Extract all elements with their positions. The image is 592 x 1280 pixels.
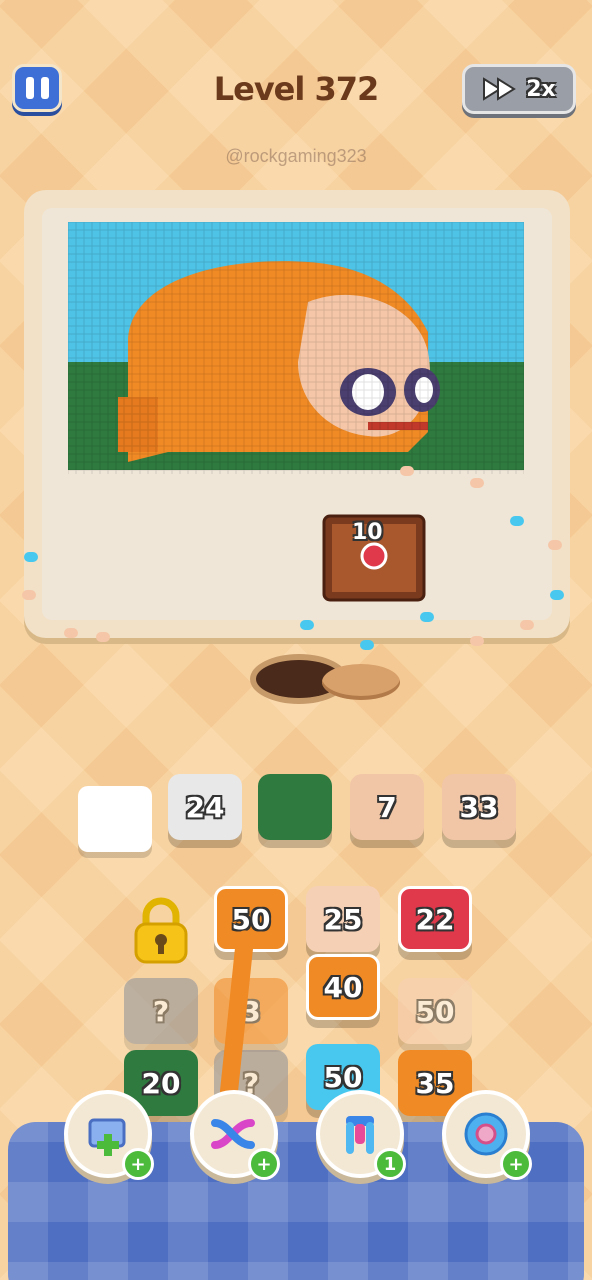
shuffle-icon (211, 1119, 255, 1149)
target-slot[interactable]: 24 (168, 774, 242, 840)
pixel-art-image (68, 222, 524, 474)
target-slot[interactable] (78, 786, 152, 852)
spool-icon (464, 1112, 508, 1156)
ant (24, 552, 38, 562)
magnet-icon (346, 1116, 374, 1154)
ant (548, 540, 562, 550)
speed-button[interactable]: 2x (462, 64, 576, 114)
fast-forward-icon (483, 77, 517, 101)
chest-count: 10 (352, 520, 383, 545)
add-slot-booster[interactable]: + (64, 1090, 154, 1180)
grid-tile[interactable]: 22 (398, 886, 472, 952)
ant (400, 466, 414, 476)
booster-badge: + (248, 1148, 280, 1180)
grid-tile[interactable]: ? (124, 978, 198, 1044)
grid-tile[interactable]: 40 (306, 954, 380, 1020)
ant (300, 620, 314, 630)
ant (420, 612, 434, 622)
ant (22, 590, 36, 600)
ant (470, 636, 484, 646)
ant (64, 628, 78, 638)
spool-booster[interactable]: + (442, 1090, 532, 1180)
target-slot[interactable]: 7 (350, 774, 424, 840)
add-slot-icon (88, 1118, 126, 1156)
ant (360, 640, 374, 650)
booster-badge: + (500, 1148, 532, 1180)
watermark: @rockgaming323 (225, 146, 367, 166)
grid-tile[interactable]: 25 (306, 886, 380, 952)
ant (510, 516, 524, 526)
booster-badge: + (122, 1148, 154, 1180)
ant (550, 590, 564, 600)
padlock-icon (134, 897, 188, 964)
booster-badge: 1 (374, 1148, 406, 1180)
speed-label: 2x (526, 76, 556, 102)
ant (470, 478, 484, 488)
target-slot[interactable] (258, 774, 332, 840)
shuffle-booster[interactable]: + (190, 1090, 280, 1180)
grid-tile[interactable]: 50 (398, 978, 472, 1044)
magnet-booster[interactable]: 1 (316, 1090, 406, 1180)
ant (520, 620, 534, 630)
lock-tile[interactable] (132, 896, 190, 964)
bread-crumb (322, 664, 400, 700)
target-slot[interactable]: 33 (442, 774, 516, 840)
ant (96, 632, 110, 642)
